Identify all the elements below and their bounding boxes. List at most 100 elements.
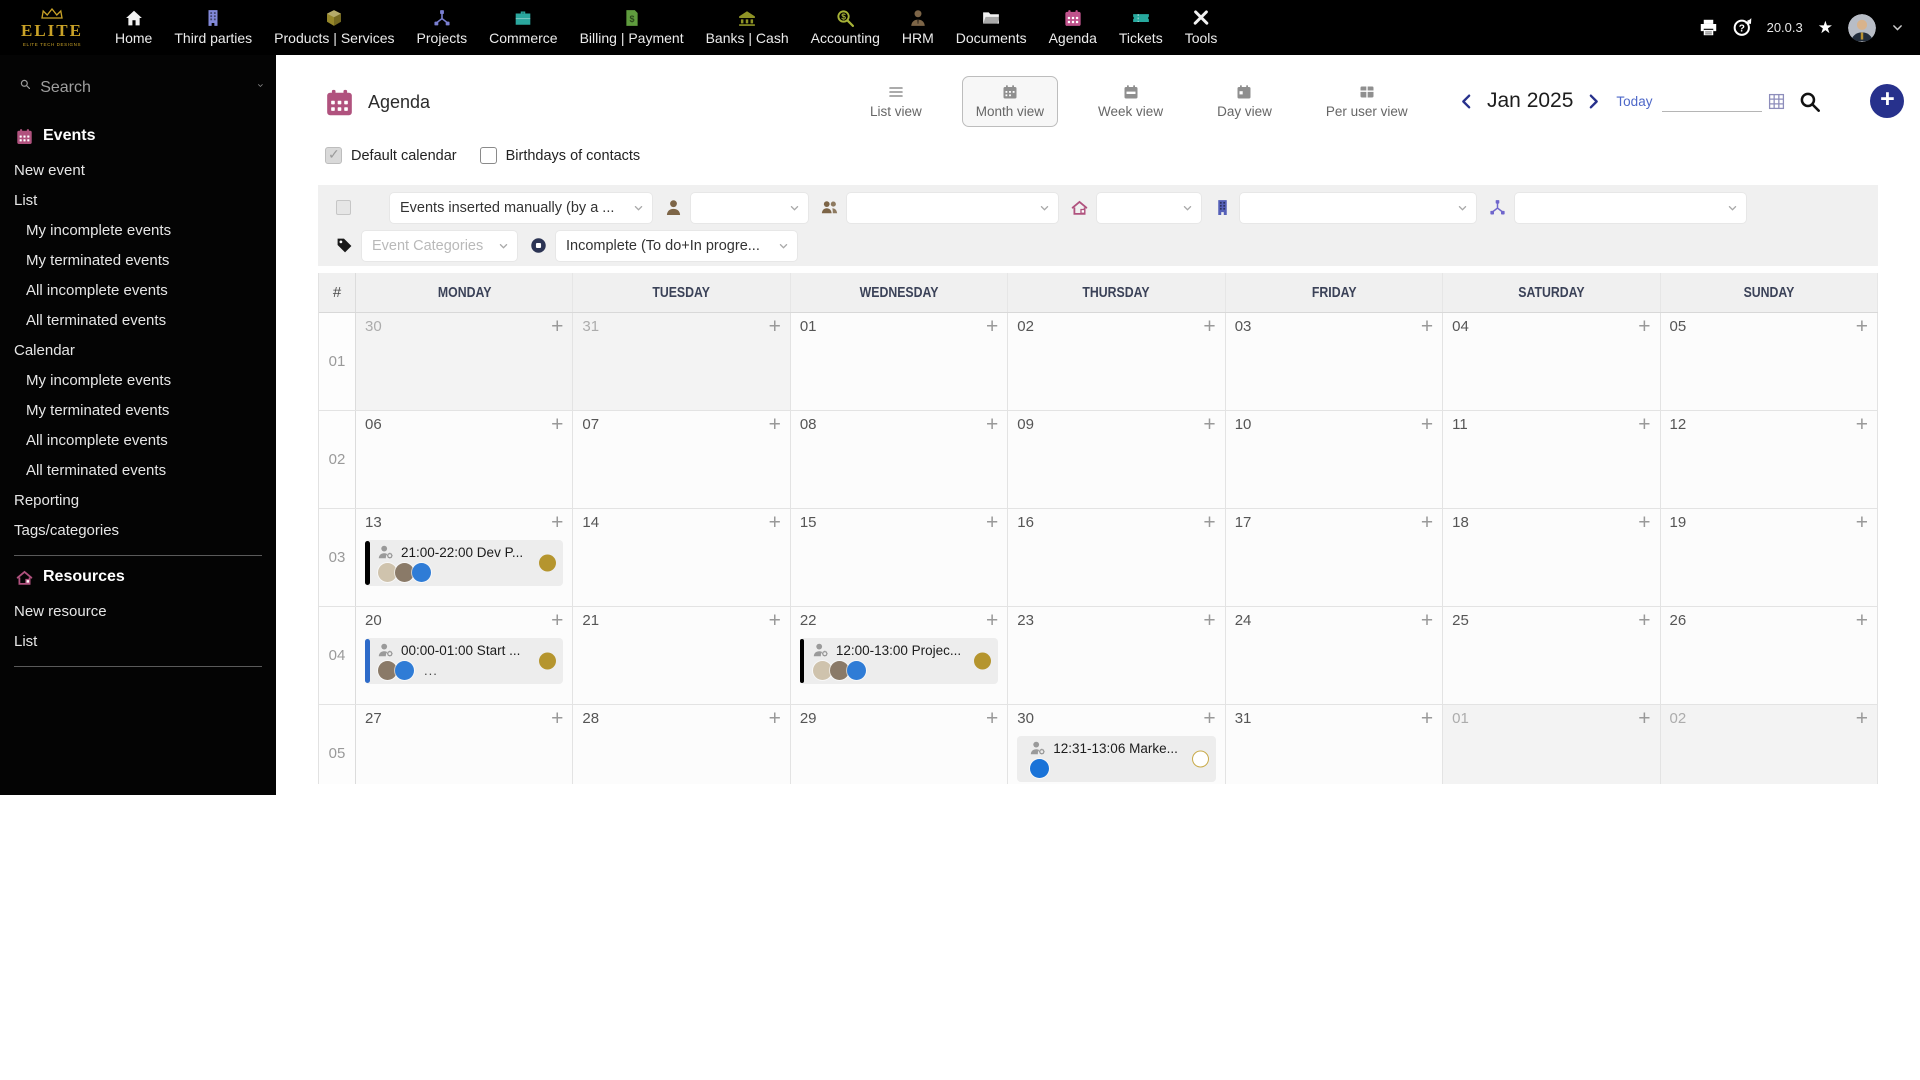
help-icon[interactable]: ? xyxy=(1733,18,1752,37)
add-event-in-day-button[interactable]: + xyxy=(551,708,563,729)
add-event-in-day-button[interactable]: + xyxy=(1638,610,1650,631)
sidebar-item[interactable]: All terminated events xyxy=(14,305,276,335)
add-event-in-day-button[interactable]: + xyxy=(551,610,563,631)
add-event-in-day-button[interactable]: + xyxy=(551,316,563,337)
calendar-event[interactable]: 12:00-13:00 Projec... xyxy=(799,638,999,684)
sidebar-item[interactable]: List xyxy=(14,626,276,656)
add-event-in-day-button[interactable]: + xyxy=(986,414,998,435)
add-event-in-day-button[interactable]: + xyxy=(1856,414,1868,435)
sidebar-item[interactable]: New event xyxy=(14,155,276,185)
add-event-in-day-button[interactable]: + xyxy=(1203,316,1215,337)
view-tab[interactable]: Month view xyxy=(961,76,1059,127)
calendar-event[interactable]: 12:31-13:06 Marke... xyxy=(1017,736,1216,782)
menu-item[interactable]: Banks | Cash xyxy=(695,0,800,55)
add-event-in-day-button[interactable]: + xyxy=(769,316,781,337)
add-event-in-day-button[interactable]: + xyxy=(1421,708,1433,729)
attendee-avatar[interactable] xyxy=(829,661,849,680)
menu-item[interactable]: Documents xyxy=(945,0,1038,55)
sidebar-item[interactable]: All terminated events xyxy=(14,455,276,485)
sidebar-item[interactable]: New resource xyxy=(14,596,276,626)
view-tab[interactable]: Day view xyxy=(1203,76,1286,127)
sidebar-item[interactable]: List xyxy=(14,185,276,215)
add-event-in-day-button[interactable]: + xyxy=(551,414,563,435)
menu-item[interactable]: Agenda xyxy=(1038,0,1108,55)
menu-item[interactable]: $ Billing | Payment xyxy=(569,0,695,55)
menu-item[interactable]: Tickets xyxy=(1108,0,1174,55)
brand-logo[interactable]: ELITE ELITE TECH DESIGNS xyxy=(0,0,104,55)
menu-item[interactable]: Products | Services xyxy=(263,0,405,55)
add-event-button[interactable]: + xyxy=(1870,84,1905,118)
sidebar-section-header[interactable]: Events xyxy=(16,127,276,145)
menu-item[interactable]: Home xyxy=(104,0,163,55)
add-event-in-day-button[interactable]: + xyxy=(1203,414,1215,435)
sidebar-item[interactable]: Calendar xyxy=(14,335,276,365)
attendee-avatar[interactable] xyxy=(1030,759,1050,778)
checkbox[interactable] xyxy=(325,146,342,164)
add-event-in-day-button[interactable]: + xyxy=(1638,512,1650,533)
add-event-in-day-button[interactable]: + xyxy=(1638,708,1650,729)
add-event-in-day-button[interactable]: + xyxy=(1638,316,1650,337)
menu-item[interactable]: Tools xyxy=(1174,0,1229,55)
sidebar-item[interactable]: My incomplete events xyxy=(14,215,276,245)
filter-dropdown[interactable] xyxy=(691,192,808,223)
filter-dropdown[interactable] xyxy=(1515,192,1746,223)
add-event-in-day-button[interactable]: + xyxy=(769,512,781,533)
add-event-in-day-button[interactable]: + xyxy=(1421,512,1433,533)
add-event-in-day-button[interactable]: + xyxy=(1203,610,1215,631)
add-event-in-day-button[interactable]: + xyxy=(769,414,781,435)
calendar-event[interactable]: 21:00-22:00 Dev P... xyxy=(365,540,564,586)
user-avatar[interactable] xyxy=(1848,13,1876,42)
filter-dropdown[interactable]: Event Categories xyxy=(362,230,517,261)
chevron-left-icon[interactable] xyxy=(1458,93,1475,110)
add-event-in-day-button[interactable]: + xyxy=(1638,414,1650,435)
view-tab[interactable]: Week view xyxy=(1084,76,1177,127)
sidebar-item[interactable]: My incomplete events xyxy=(14,365,276,395)
add-event-in-day-button[interactable]: + xyxy=(1421,414,1433,435)
printer-icon[interactable] xyxy=(1699,18,1718,37)
filter-dropdown[interactable] xyxy=(1097,192,1201,223)
add-event-in-day-button[interactable]: + xyxy=(1856,316,1868,337)
menu-item[interactable]: Third parties xyxy=(163,0,263,55)
search-input[interactable] xyxy=(40,79,248,97)
mini-calendar-grid-icon[interactable] xyxy=(1768,93,1785,110)
sidebar-item[interactable]: Tags/categories xyxy=(14,515,276,545)
attendee-avatar[interactable] xyxy=(412,563,431,582)
add-event-in-day-button[interactable]: + xyxy=(1856,708,1868,729)
add-event-in-day-button[interactable]: + xyxy=(1856,610,1868,631)
calendar-event[interactable]: 00:00-01:00 Start ... ... xyxy=(365,638,564,684)
add-event-in-day-button[interactable]: + xyxy=(1856,512,1868,533)
menu-item[interactable]: HRM xyxy=(891,0,945,55)
add-event-in-day-button[interactable]: + xyxy=(1203,512,1215,533)
add-event-in-day-button[interactable]: + xyxy=(986,708,998,729)
select-all-checkbox[interactable] xyxy=(336,200,351,215)
goto-date-input[interactable] xyxy=(1662,90,1763,112)
add-event-in-day-button[interactable]: + xyxy=(769,708,781,729)
add-event-in-day-button[interactable]: + xyxy=(769,610,781,631)
sidebar-item[interactable]: All incomplete events xyxy=(14,425,276,455)
sidebar-item[interactable]: Reporting xyxy=(14,485,276,515)
filter-dropdown[interactable] xyxy=(847,192,1058,223)
menu-item[interactable]: Commerce xyxy=(478,0,568,55)
add-event-in-day-button[interactable]: + xyxy=(986,316,998,337)
menu-item[interactable]: $ Accounting xyxy=(800,0,891,55)
add-event-in-day-button[interactable]: + xyxy=(1203,708,1215,729)
checkbox[interactable] xyxy=(479,147,497,164)
sidebar-section-header[interactable]: Resources xyxy=(16,568,276,586)
today-link[interactable]: Today xyxy=(1616,94,1652,109)
chevron-down-icon[interactable] xyxy=(1891,21,1904,34)
chevron-right-icon[interactable] xyxy=(1585,93,1602,110)
header-search-icon[interactable] xyxy=(1799,91,1821,112)
sidebar-item[interactable]: My terminated events xyxy=(14,395,276,425)
sidebar-item[interactable]: My terminated events xyxy=(14,245,276,275)
filter-dropdown[interactable]: Incomplete (To do+In progre... xyxy=(556,230,797,261)
add-event-in-day-button[interactable]: + xyxy=(1421,610,1433,631)
add-event-in-day-button[interactable]: + xyxy=(986,512,998,533)
attendee-avatar[interactable] xyxy=(395,661,414,680)
filter-dropdown[interactable]: Events inserted manually (by a ... xyxy=(390,192,652,223)
sidebar-item[interactable]: All incomplete events xyxy=(14,275,276,305)
attendee-avatar[interactable] xyxy=(812,661,832,680)
menu-item[interactable]: Projects xyxy=(406,0,479,55)
bookmark-star-icon[interactable]: ★ xyxy=(1818,18,1833,38)
filter-dropdown[interactable] xyxy=(1240,192,1476,223)
attendee-avatar[interactable] xyxy=(846,661,866,680)
